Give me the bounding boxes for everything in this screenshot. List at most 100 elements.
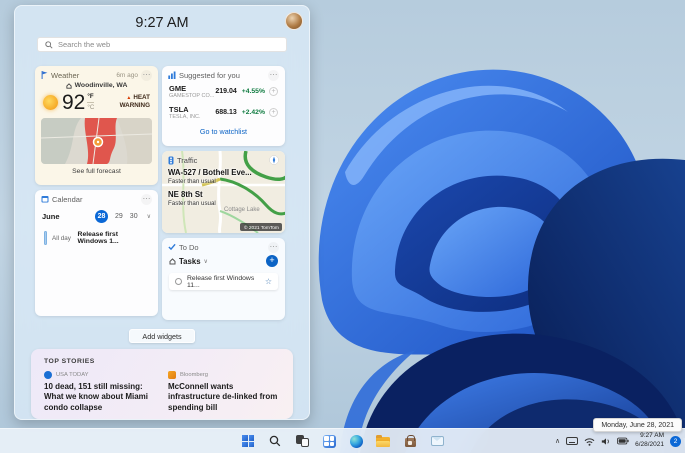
stock-company: TESLA, INC. — [169, 113, 201, 120]
unit-fahrenheit[interactable]: °F — [87, 93, 95, 103]
chevron-down-icon[interactable]: ∨ — [204, 258, 208, 265]
add-to-watchlist-icon[interactable]: + — [269, 107, 278, 117]
location-icon — [66, 82, 72, 89]
compass-icon[interactable] — [269, 155, 279, 165]
edge-button[interactable] — [348, 432, 365, 451]
calendar-icon — [41, 196, 49, 203]
widgets-button[interactable] — [321, 432, 338, 451]
unit-celsius[interactable]: °C — [87, 103, 94, 111]
file-explorer-button[interactable] — [375, 432, 392, 451]
weather-map — [41, 118, 152, 164]
more-options-icon[interactable]: ⋯ — [268, 242, 279, 253]
task-item[interactable]: Release first Windows 11... ☆ — [169, 273, 278, 290]
stock-row[interactable]: TSLA TESLA, INC. 688.13 +2.42% + — [162, 105, 285, 121]
home-icon — [169, 257, 176, 264]
calendar-event[interactable]: All day Release first Windows 1... — [35, 231, 158, 245]
add-to-watchlist-icon[interactable]: + — [269, 87, 278, 97]
start-button[interactable] — [240, 432, 257, 451]
calendar-month: June — [42, 212, 60, 221]
event-color-bar — [44, 231, 47, 245]
tray-time: 9:27 AM — [640, 432, 664, 440]
more-options-icon[interactable]: ⋯ — [141, 194, 152, 205]
widgets-grid: Weather 6m ago ⋯ Woodinville, WA 92 °F °… — [35, 66, 285, 320]
volume-icon[interactable] — [601, 437, 611, 446]
news-story[interactable]: Bloomberg McConnell wants infrastructure… — [168, 371, 280, 413]
avatar[interactable] — [285, 12, 303, 30]
stock-symbol: GME — [169, 84, 187, 93]
stock-price: 688.13 — [215, 108, 237, 116]
traffic-status-2: Faster than usual — [168, 200, 216, 207]
mail-button[interactable] — [429, 432, 446, 451]
weather-title: Weather — [51, 70, 80, 80]
traffic-status-1: Faster than usual — [168, 178, 216, 185]
news-headline: McConnell wants infrastructure de-linked… — [168, 382, 278, 412]
task-title: Release first Windows 11... — [187, 274, 255, 289]
traffic-widget[interactable]: Cottage Lake © 2021 TomTom Traffic WA-52… — [162, 151, 285, 233]
search-input[interactable] — [58, 40, 279, 49]
todo-check-icon — [168, 243, 176, 251]
battery-icon[interactable] — [617, 437, 629, 445]
warning-icon: ▲ — [126, 94, 132, 101]
stock-company: GAMESTOP CO... — [169, 93, 215, 99]
todo-title: To Do — [179, 242, 199, 252]
search-bar[interactable] — [37, 37, 287, 52]
day-chip-selected[interactable]: 28 — [95, 210, 108, 223]
stock-symbol: TSLA — [169, 104, 189, 114]
wifi-icon[interactable] — [584, 437, 595, 446]
day-chip[interactable]: 30 — [130, 213, 138, 220]
tray-clock[interactable]: 9:27 AM 6/28/2021 — [635, 432, 664, 450]
day-chip[interactable]: 29 — [115, 213, 123, 220]
traffic-title: Traffic — [177, 155, 198, 165]
see-full-forecast-link[interactable]: See full forecast — [35, 168, 158, 175]
search-icon — [269, 435, 281, 447]
stocks-widget[interactable]: Suggested for you ⋯ GME GAMESTOP CO... 2… — [162, 66, 285, 146]
file-explorer-icon — [376, 435, 390, 447]
notification-badge[interactable]: 2 — [670, 435, 681, 447]
news-story[interactable]: USA TODAY 10 dead, 151 still missing: Wh… — [44, 371, 156, 413]
add-task-button[interactable]: + — [266, 255, 278, 267]
touch-keyboard-icon[interactable] — [566, 437, 579, 445]
desktop: 9:27 AM Weather 6m ago — [0, 0, 685, 453]
news-source: Bloomberg — [180, 372, 209, 378]
tray-date: 6/28/2021 — [635, 441, 664, 448]
store-button[interactable] — [402, 432, 419, 451]
search-icon — [45, 40, 53, 49]
taskbar-search-button[interactable] — [267, 432, 284, 451]
start-icon — [242, 435, 254, 447]
weather-flag-icon — [41, 71, 48, 79]
event-time: All day — [52, 234, 71, 242]
calendar-widget[interactable]: Calendar ⋯ June 28 29 30 ∨ All day Relea… — [35, 190, 158, 316]
stocks-chart-icon — [168, 71, 176, 79]
chevron-down-icon[interactable]: ∨ — [147, 213, 151, 220]
stock-row[interactable]: GME GAMESTOP CO... 219.04 +4.55% + — [162, 84, 285, 100]
stocks-title: Suggested for you — [179, 70, 240, 80]
todo-list-name[interactable]: Tasks — [179, 257, 201, 266]
task-checkbox[interactable] — [175, 278, 182, 285]
stock-change: +2.42% — [241, 108, 265, 116]
news-feed-card[interactable]: TOP STORIES USA TODAY 10 dead, 151 still… — [31, 349, 293, 419]
stock-price: 219.04 — [215, 88, 237, 96]
go-to-watchlist-link[interactable]: Go to watchlist — [162, 127, 285, 136]
usa-today-logo-icon — [44, 371, 52, 379]
widgets-panel: 9:27 AM Weather 6m ago — [14, 5, 310, 420]
edge-icon — [349, 434, 363, 448]
task-view-button[interactable] — [294, 432, 311, 451]
star-icon[interactable]: ☆ — [265, 277, 272, 286]
more-options-icon[interactable]: ⋯ — [268, 70, 279, 81]
store-icon — [404, 434, 416, 447]
map-attribution: © 2021 TomTom — [244, 224, 279, 231]
traffic-light-icon — [168, 156, 174, 164]
widgets-icon — [322, 434, 336, 448]
date-tooltip: Monday, June 28, 2021 — [593, 418, 682, 432]
weather-widget[interactable]: Weather 6m ago ⋯ Woodinville, WA 92 °F °… — [35, 66, 158, 185]
weather-location: Woodinville, WA — [74, 82, 128, 89]
top-stories-label: TOP STORIES — [44, 358, 95, 365]
todo-widget[interactable]: To Do ⋯ Tasks ∨ + Release first Windows … — [162, 238, 285, 320]
tray-chevron-up-icon[interactable]: ∧ — [555, 438, 560, 445]
panel-clock: 9:27 AM — [135, 15, 189, 31]
more-options-icon[interactable]: ⋯ — [141, 70, 152, 81]
bloomberg-logo-icon — [168, 371, 176, 379]
traffic-route-2: NE 8th St — [168, 190, 203, 199]
sun-icon — [43, 94, 58, 110]
add-widgets-button[interactable]: Add widgets — [129, 329, 195, 343]
